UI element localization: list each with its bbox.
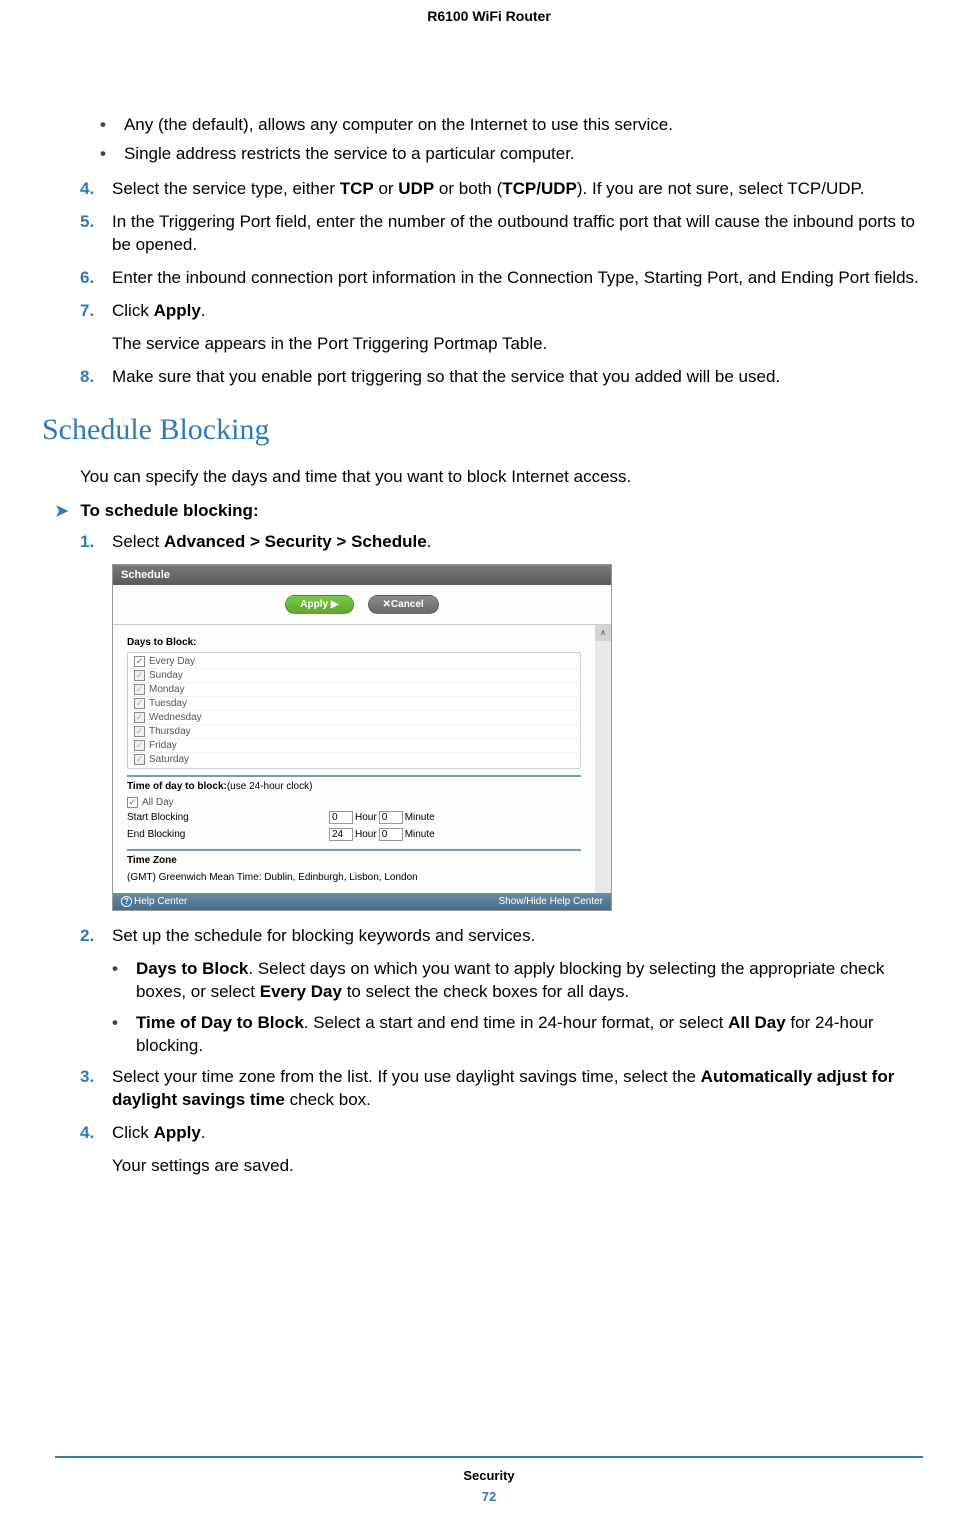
step-b1: 1. Select Advanced > Security > Schedule…	[55, 531, 923, 554]
checkbox-icon[interactable]: ✓	[134, 740, 145, 751]
bullet-text: Days to Block. Select days on which you …	[136, 958, 923, 1004]
screenshot-scroll-region: ∧ Days to Block: ✓Every Day ✓Sunday ✓Mon…	[113, 625, 611, 893]
start-blocking-row: Start Blocking 0 Hour 0 Minute	[127, 809, 581, 826]
bullet-item: • Any (the default), allows any computer…	[100, 114, 923, 137]
day-row[interactable]: ✓Thursday	[130, 725, 578, 739]
days-checklist: ✓Every Day ✓Sunday ✓Monday ✓Tuesday ✓Wed…	[127, 652, 581, 769]
sub-bullet-item: • Days to Block. Select days on which yo…	[112, 958, 923, 1004]
step-5: 5. In the Triggering Port field, enter t…	[55, 211, 923, 257]
end-blocking-row: End Blocking 24 Hour 0 Minute	[127, 826, 581, 843]
end-label: End Blocking	[127, 829, 327, 840]
checkbox-icon[interactable]: ✓	[134, 754, 145, 765]
sub-bullet-item: • Time of Day to Block. Select a start a…	[112, 1012, 923, 1058]
step-number: 2.	[80, 925, 98, 948]
divider	[127, 849, 581, 851]
arrow-icon: ➤	[55, 501, 68, 521]
bullet-text: Single address restricts the service to …	[124, 143, 575, 166]
procedure-heading: ➤ To schedule blocking:	[55, 501, 923, 521]
end-min-input[interactable]: 0	[379, 828, 403, 841]
step-number: 6.	[80, 267, 98, 290]
days-to-block-label: Days to Block:	[127, 637, 581, 648]
step-number: 5.	[80, 211, 98, 257]
bullet-text: Time of Day to Block. Select a start and…	[136, 1012, 923, 1058]
step-6: 6. Enter the inbound connection port inf…	[55, 267, 923, 290]
step-text: Select the service type, either TCP or U…	[112, 178, 923, 201]
scroll-up-icon[interactable]: ∧	[595, 625, 611, 641]
bullet-item: • Single address restricts the service t…	[100, 143, 923, 166]
step-text: Set up the schedule for blocking keyword…	[112, 925, 923, 948]
schedule-screenshot: Schedule Apply ▶ ✕Cancel ∧ Days to Block…	[112, 564, 612, 911]
screenshot-titlebar: Schedule	[113, 565, 611, 585]
help-center-link[interactable]: ? Help Center	[121, 896, 187, 907]
checkbox-icon[interactable]: ✓	[134, 670, 145, 681]
top-bullet-list: • Any (the default), allows any computer…	[55, 114, 923, 166]
apply-button[interactable]: Apply ▶	[285, 595, 353, 614]
step-number: 3.	[80, 1066, 98, 1112]
screenshot-body: Apply ▶ ✕Cancel ∧ Days to Block: ✓Every …	[113, 585, 611, 910]
page-footer: Security 72	[55, 1456, 923, 1504]
step-text: In the Triggering Port field, enter the …	[112, 211, 923, 257]
start-min-input[interactable]: 0	[379, 811, 403, 824]
footer-category: Security	[55, 1468, 923, 1483]
step-8: 8. Make sure that you enable port trigge…	[55, 366, 923, 389]
time-of-day-label: Time of day to block:(use 24-hour clock)	[127, 781, 581, 792]
step-number: 8.	[80, 366, 98, 389]
timezone-label: Time Zone	[127, 855, 581, 866]
step-text: Select your time zone from the list. If …	[112, 1066, 923, 1112]
step-text: Click Apply.	[112, 1122, 923, 1145]
step-number: 7.	[80, 300, 98, 323]
checkbox-icon[interactable]: ✓	[134, 684, 145, 695]
section-heading: Schedule Blocking	[42, 413, 923, 447]
step-b4: 4. Click Apply.	[55, 1122, 923, 1145]
checkbox-icon[interactable]: ✓	[134, 726, 145, 737]
end-hour-input[interactable]: 24	[329, 828, 353, 841]
screenshot-container: Schedule Apply ▶ ✕Cancel ∧ Days to Block…	[55, 564, 923, 911]
intro-paragraph: You can specify the days and time that y…	[55, 467, 923, 487]
step-number: 1.	[80, 531, 98, 554]
sub-bullet-list: • Days to Block. Select days on which yo…	[55, 958, 923, 1058]
day-row[interactable]: ✓Monday	[130, 683, 578, 697]
day-row-every[interactable]: ✓Every Day	[130, 655, 578, 669]
screenshot-footer: ? Help Center Show/Hide Help Center	[113, 893, 611, 910]
bullet-marker: •	[100, 143, 106, 166]
step-b4-followup: Your settings are saved.	[55, 1155, 923, 1178]
divider	[127, 775, 581, 777]
step-number: 4.	[80, 178, 98, 201]
page-header: R6100 WiFi Router	[0, 0, 978, 24]
bullet-marker: •	[100, 114, 106, 137]
main-content: • Any (the default), allows any computer…	[0, 24, 978, 1178]
footer-page-number: 72	[55, 1489, 923, 1504]
help-icon: ?	[121, 896, 132, 907]
step-text: Make sure that you enable port triggerin…	[112, 366, 923, 389]
step-4: 4. Select the service type, either TCP o…	[55, 178, 923, 201]
timezone-value[interactable]: (GMT) Greenwich Mean Time: Dublin, Edinb…	[127, 870, 581, 885]
start-hour-input[interactable]: 0	[329, 811, 353, 824]
cancel-button[interactable]: ✕Cancel	[368, 595, 439, 614]
step-text: Click Apply.	[112, 300, 923, 323]
day-row[interactable]: ✓Saturday	[130, 753, 578, 766]
step-7: 7. Click Apply.	[55, 300, 923, 323]
start-label: Start Blocking	[127, 812, 327, 823]
step-number: 4.	[80, 1122, 98, 1145]
step-text: Enter the inbound connection port inform…	[112, 267, 923, 290]
day-row[interactable]: ✓Wednesday	[130, 711, 578, 725]
day-row[interactable]: ✓Friday	[130, 739, 578, 753]
procedure-heading-text: To schedule blocking:	[80, 501, 258, 521]
checkbox-icon[interactable]: ✓	[134, 656, 145, 667]
bullet-marker: •	[112, 1012, 118, 1058]
bullet-marker: •	[112, 958, 118, 1004]
step-text: Select Advanced > Security > Schedule.	[112, 531, 923, 554]
checkbox-icon[interactable]: ✓	[134, 698, 145, 709]
checkbox-icon[interactable]: ✓	[134, 712, 145, 723]
step-7-followup: The service appears in the Port Triggeri…	[55, 333, 923, 356]
checkbox-icon[interactable]: ✓	[127, 797, 138, 808]
screenshot-buttons: Apply ▶ ✕Cancel	[113, 585, 611, 625]
bullet-text: Any (the default), allows any computer o…	[124, 114, 673, 137]
step-b3: 3. Select your time zone from the list. …	[55, 1066, 923, 1112]
day-row[interactable]: ✓Sunday	[130, 669, 578, 683]
step-b2: 2. Set up the schedule for blocking keyw…	[55, 925, 923, 948]
all-day-row[interactable]: ✓All Day	[127, 796, 581, 809]
show-hide-help-link[interactable]: Show/Hide Help Center	[499, 896, 604, 907]
day-row[interactable]: ✓Tuesday	[130, 697, 578, 711]
